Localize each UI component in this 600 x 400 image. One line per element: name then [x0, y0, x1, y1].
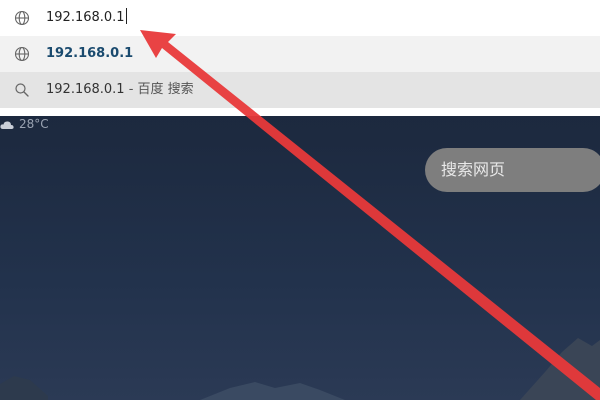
search-icon [15, 83, 29, 97]
suggestion-url[interactable]: 192.168.0.1 [0, 36, 600, 72]
text-caret [125, 8, 127, 24]
suggestion-search[interactable]: 192.168.0.1 - 百度 搜索 [0, 72, 600, 108]
globe-icon [14, 46, 30, 62]
cloud-icon [0, 121, 14, 129]
suggestion-query: 192.168.0.1 [46, 82, 125, 97]
address-bar[interactable]: 192.168.0.1 [0, 0, 600, 36]
newtab-search-box[interactable]: 搜索网页 [425, 148, 600, 192]
search-placeholder: 搜索网页 [441, 160, 506, 179]
weather-temperature: 28°C [19, 117, 49, 131]
suggestion-engine: 百度 搜索 [137, 82, 194, 97]
globe-icon [14, 10, 30, 26]
suggestion-url-text: 192.168.0.1 [46, 46, 134, 61]
suggestion-search-text: 192.168.0.1 - 百度 搜索 [46, 72, 194, 108]
weather-widget[interactable]: 28°C [0, 114, 49, 134]
address-input[interactable]: 192.168.0.1 [46, 0, 127, 36]
suggestion-separator: - [124, 82, 138, 97]
